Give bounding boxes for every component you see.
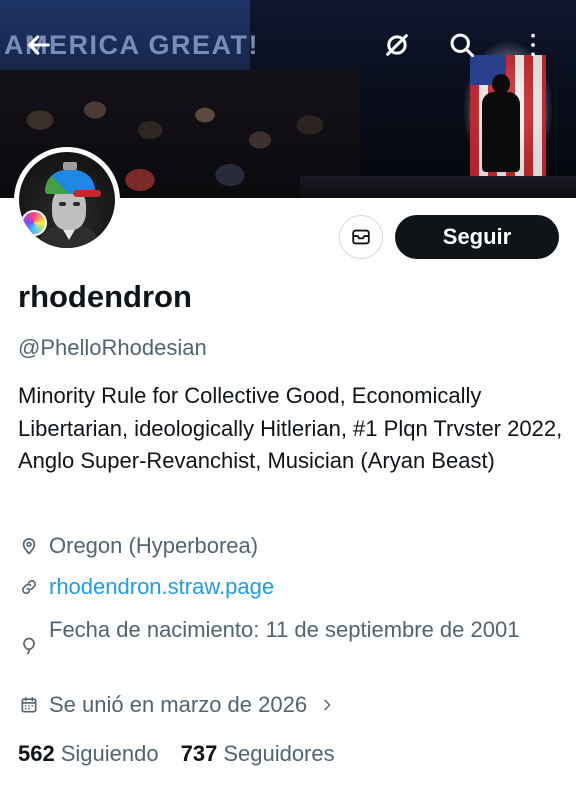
follow-button[interactable]: Seguir bbox=[395, 215, 559, 259]
balloon-icon bbox=[18, 630, 40, 662]
search-icon bbox=[450, 33, 475, 58]
avatar[interactable] bbox=[14, 147, 120, 253]
joined-text: Se unió en marzo de 2026 bbox=[49, 692, 308, 717]
avatar-image bbox=[19, 152, 115, 248]
location-text: Oregon (Hyperborea) bbox=[49, 533, 259, 558]
avatar-eye-right bbox=[73, 202, 80, 206]
birth-text: Fecha de nacimiento: 11 de septiembre de… bbox=[49, 617, 520, 642]
followers-stat[interactable]: 737 Seguidores bbox=[181, 738, 335, 770]
avatar-propeller bbox=[63, 162, 77, 170]
message-button[interactable] bbox=[339, 215, 383, 259]
filter-button[interactable] bbox=[378, 26, 416, 64]
display-name: rhodendron bbox=[18, 279, 192, 314]
following-count: 562 bbox=[18, 741, 55, 766]
calendar-icon bbox=[18, 689, 40, 721]
following-label: Siguiendo bbox=[60, 741, 159, 766]
bio: Minority Rule for Collective Good, Econo… bbox=[18, 383, 563, 473]
following-stat[interactable]: 562 Siguiendo bbox=[18, 738, 159, 770]
avatar-eye-left bbox=[59, 202, 66, 206]
link-icon bbox=[18, 571, 40, 603]
avatar-cap-brim bbox=[73, 190, 101, 197]
banner-figure bbox=[482, 92, 520, 172]
website-link[interactable]: rhodendron.straw.page bbox=[49, 571, 274, 603]
more-button[interactable] bbox=[514, 26, 552, 64]
search-button[interactable] bbox=[443, 26, 481, 64]
birth-row: Fecha de nacimiento: 11 de septiembre de… bbox=[18, 614, 549, 662]
handle: @PhelloRhodesian bbox=[18, 335, 207, 360]
back-arrow-icon bbox=[28, 35, 50, 55]
mail-icon bbox=[352, 229, 370, 245]
location-pin-icon bbox=[18, 530, 40, 562]
location-row: Oregon (Hyperborea) bbox=[18, 530, 258, 562]
follow-stats: 562 Siguiendo 737 Seguidores bbox=[18, 738, 335, 770]
website-row: rhodendron.straw.page bbox=[18, 571, 274, 603]
chevron-right-icon bbox=[319, 689, 335, 721]
avatar-lollipop bbox=[21, 210, 47, 236]
followers-count: 737 bbox=[180, 741, 218, 766]
banner-figure-head bbox=[492, 74, 510, 94]
more-vertical-icon bbox=[531, 33, 535, 57]
followers-label: Seguidores bbox=[223, 741, 335, 766]
joined-row[interactable]: Se unió en marzo de 2026 bbox=[18, 689, 335, 721]
back-button[interactable] bbox=[20, 26, 58, 64]
no-filter-icon bbox=[386, 34, 408, 56]
banner-stage-floor bbox=[300, 176, 576, 198]
